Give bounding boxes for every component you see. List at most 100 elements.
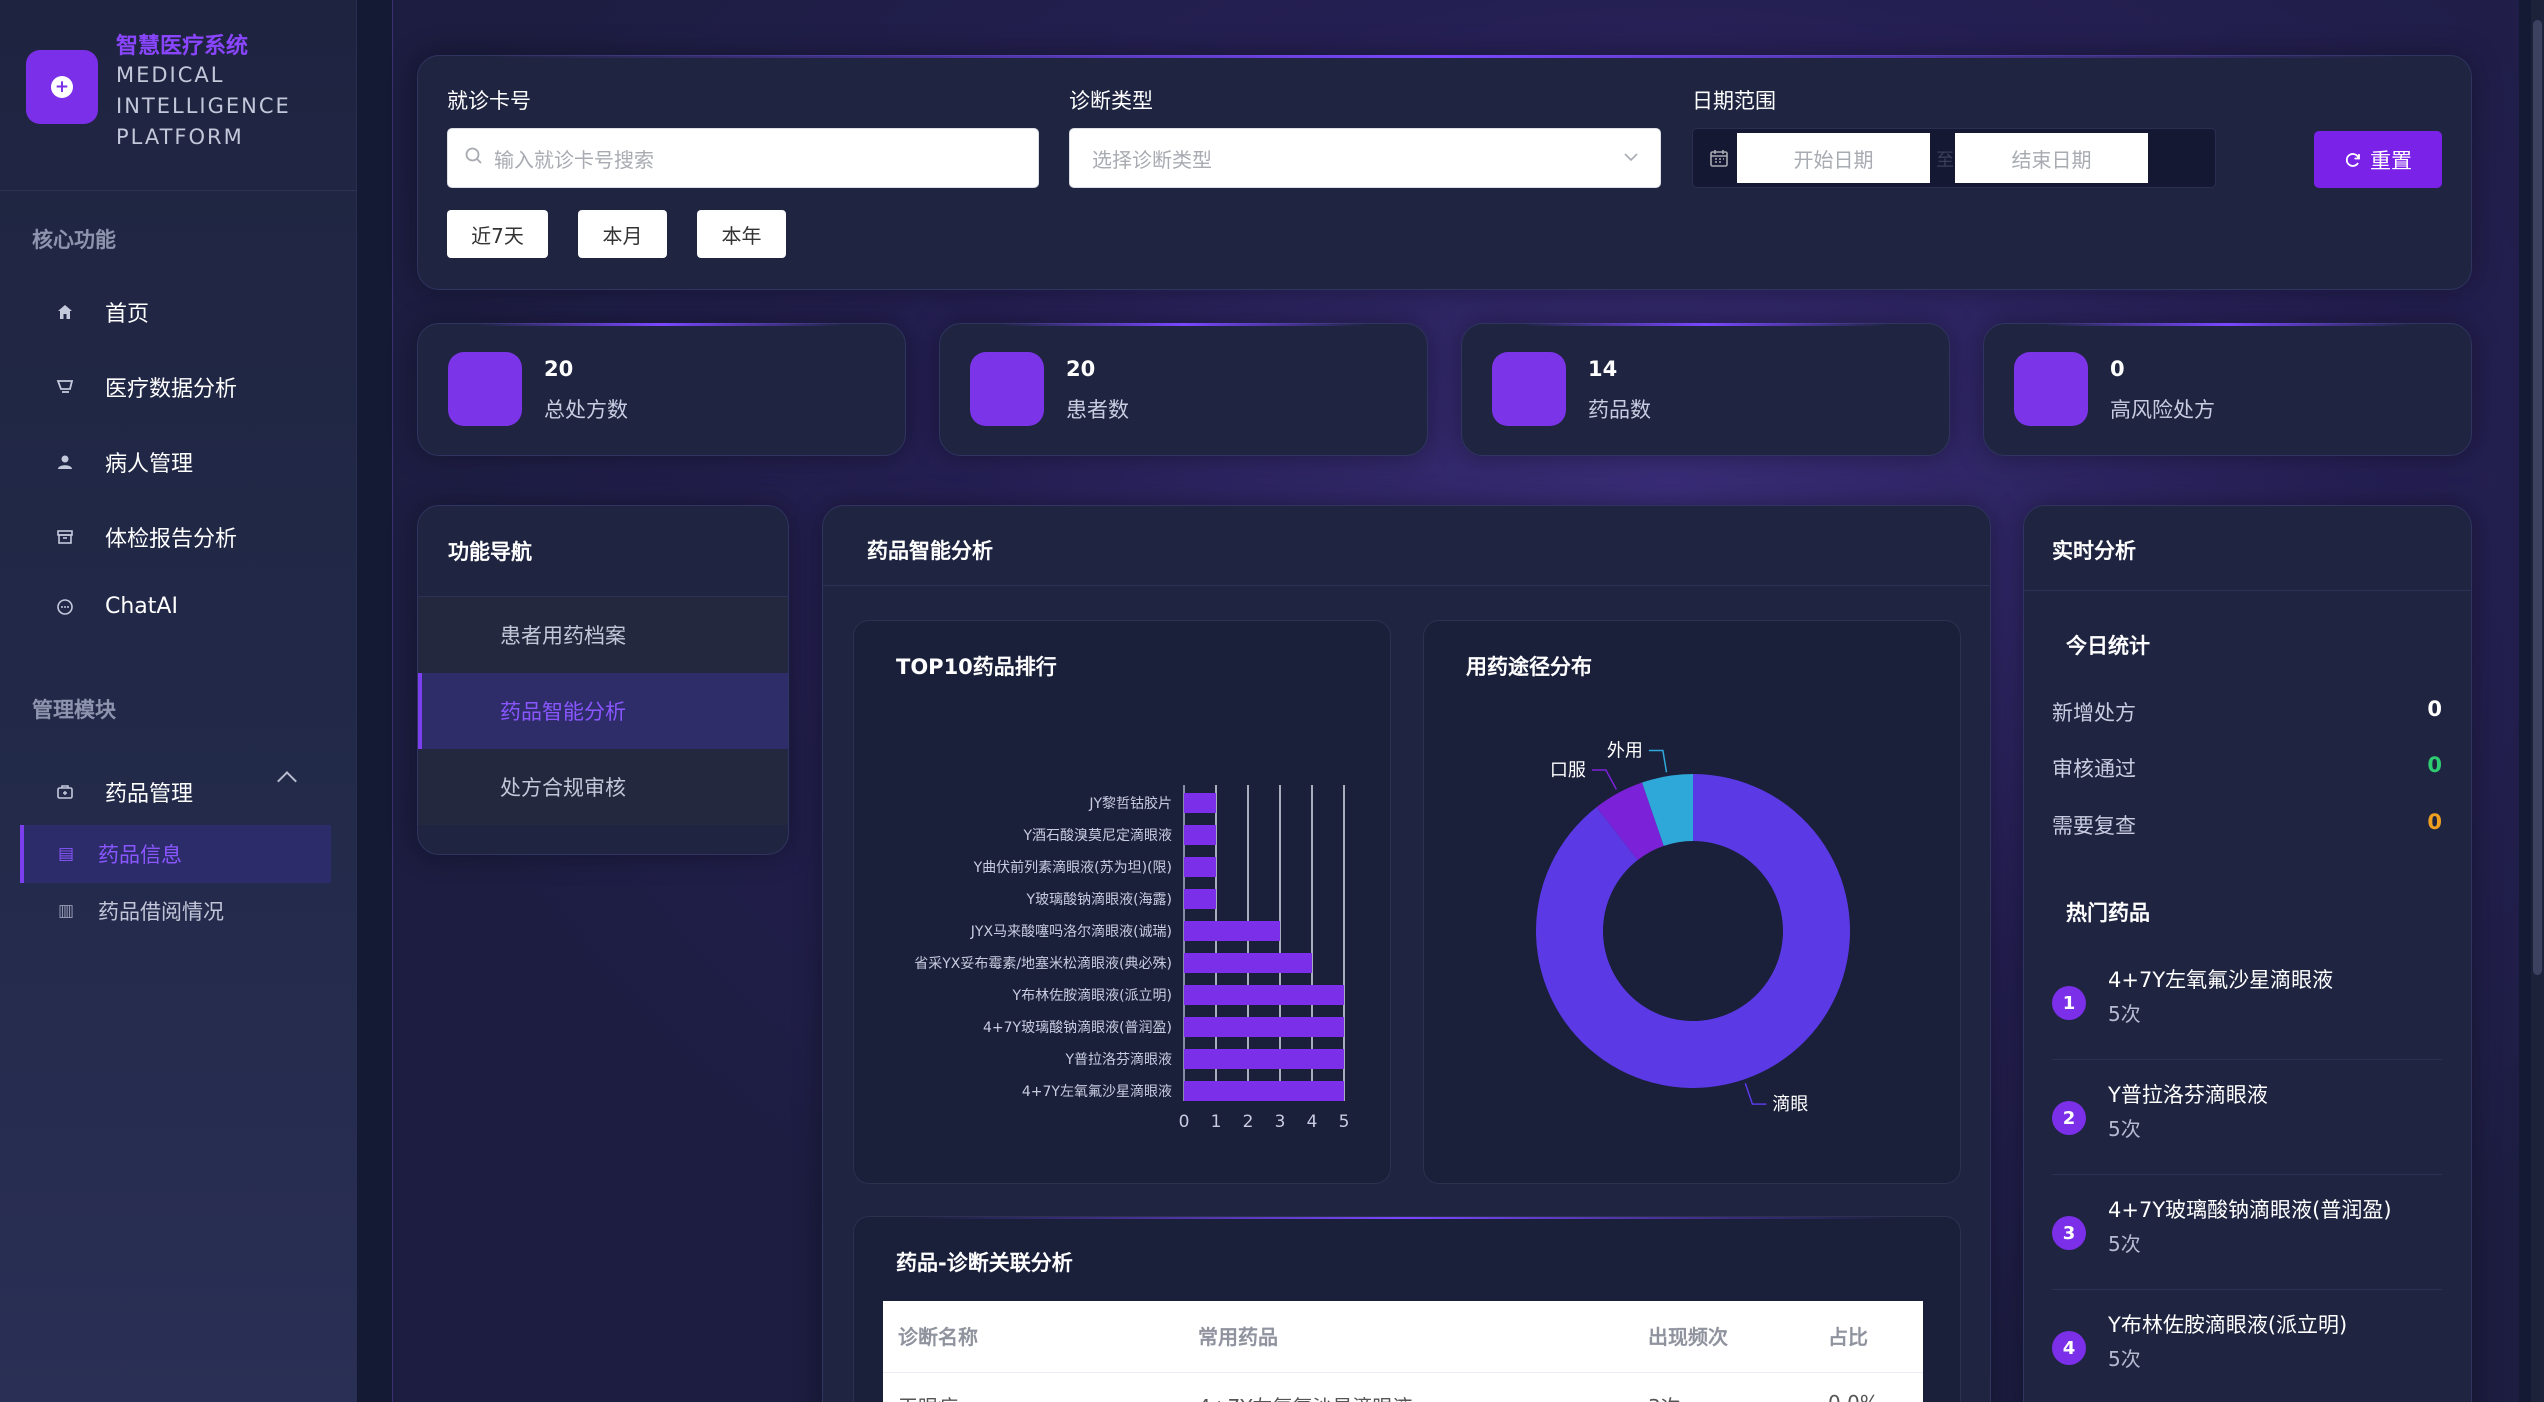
nav-patient-medication-records[interactable]: 患者用药档案 (418, 597, 788, 673)
user-icon (55, 452, 75, 472)
approved-row: 审核通过 0 (2052, 753, 2442, 783)
sidebar-divider (0, 190, 357, 191)
stat-label: 高风险处方 (2110, 398, 2215, 422)
stat-label: 需要复查 (2052, 814, 2136, 838)
card-glow (2044, 323, 2411, 326)
section-core-title: 核心功能 (32, 228, 116, 252)
sidebar-item-label: ChatAI (105, 594, 178, 619)
sidebar-item-drug-borrowing[interactable]: ▥ 药品借阅情况 (20, 882, 331, 940)
stat-card-high-risk: 0 高风险处方 (1983, 323, 2472, 456)
diagnosis-type-select[interactable]: 选择诊断类型 (1069, 128, 1661, 188)
bar (1184, 953, 1312, 973)
rank-badge: 3 (2052, 1216, 2086, 1250)
y-tick-label: Y酒石酸溴莫尼定滴眼液 (1022, 827, 1172, 844)
stat-value: 14 (1588, 357, 1618, 381)
bar (1184, 889, 1216, 909)
table-header: 常用药品 (1198, 1325, 1278, 1349)
drug-diagnosis-table: 诊断名称 常用药品 出现频次 占比 干眼症 4+7Y左氧氟沙星滴眼液 3次 0.… (883, 1301, 1923, 1402)
rank-badge: 1 (2052, 986, 2086, 1020)
nav-drug-intelligent-analysis[interactable]: 药品智能分析 (418, 673, 788, 749)
quick-7days-button[interactable]: 近7天 (447, 210, 548, 258)
card-glow (478, 55, 2411, 58)
warning-icon (2014, 352, 2088, 426)
hot-drug-item[interactable]: 3 4+7Y玻璃酸钠滴眼液(普润盈) 5次 (2052, 1180, 2442, 1290)
hot-drug-name: Y布林佐胺滴眼液(派立明) (2108, 1313, 2348, 1337)
drug-diagnosis-title: 药品-诊断关联分析 (896, 1251, 1073, 1275)
date-separator: 至 (1936, 150, 1954, 171)
app-logo: + (26, 50, 98, 124)
slice-label: 滴眼 (1772, 1094, 1808, 1115)
stat-value: 20 (1066, 357, 1096, 381)
sidebar-group-drug-management[interactable]: 药品管理 (55, 776, 193, 808)
scrollbar-thumb[interactable] (2533, 20, 2542, 975)
table-header: 诊断名称 (898, 1325, 978, 1349)
refresh-icon (2344, 151, 2362, 169)
hot-drug-count: 5次 (2108, 1232, 2141, 1256)
hot-drug-item[interactable]: 4 Y布林佐胺滴眼液(派立明) 5次 (2052, 1295, 2442, 1402)
table-cell: 4+7Y左氧氟沙星滴眼液 (1198, 1391, 1412, 1402)
table-header: 出现频次 (1648, 1325, 1728, 1349)
start-date-input[interactable]: 开始日期 (1737, 133, 1930, 183)
quick-month-button[interactable]: 本月 (578, 210, 667, 258)
label-leader-line (1744, 1083, 1767, 1105)
route-donut-chart: 滴眼 口服外用 (1536, 740, 1850, 1115)
y-tick-label: JYX马来酸噻吗洛尔滴眼液(诚瑞) (970, 923, 1172, 940)
divider (822, 585, 1991, 586)
y-tick-label: 4+7Y左氧氟沙星滴眼液 (1022, 1083, 1172, 1100)
stat-label: 药品数 (1588, 398, 1651, 422)
stat-card-drugs: 14 药品数 (1461, 323, 1950, 456)
card-number-input[interactable]: 输入就诊卡号搜索 (447, 128, 1039, 188)
stat-value: 0 (2427, 810, 2442, 834)
date-range-picker[interactable]: 开始日期 至 结束日期 (1692, 128, 2216, 188)
rank-badge: 4 (2052, 1331, 2086, 1365)
brand-subtitle: MEDICAL INTELLIGENCE PLATFORM (116, 60, 291, 153)
sidebar-item-drug-info[interactable]: ▤ 药品信息 (20, 825, 331, 883)
sidebar: + 智慧医疗系统 MEDICAL INTELLIGENCE PLATFORM 核… (0, 0, 357, 1402)
table-header: 占比 (1828, 1325, 1868, 1349)
calendar-icon (1709, 148, 1729, 173)
hot-drug-name: Y普拉洛芬滴眼液 (2108, 1083, 2268, 1107)
label-leader-line (1591, 769, 1618, 790)
sidebar-item-medical-analysis[interactable]: 医疗数据分析 (55, 371, 237, 403)
bar (1184, 793, 1216, 813)
hot-drug-item[interactable]: 1 4+7Y左氧氟沙星滴眼液 5次 (2052, 950, 2442, 1060)
x-tick-label: 2 (1243, 1112, 1254, 1132)
sidebar-item-checkup-analysis[interactable]: 体检报告分析 (55, 521, 237, 553)
card-number-placeholder: 输入就诊卡号搜索 (494, 147, 654, 172)
bar (1184, 921, 1280, 941)
y-tick-label: 4+7Y玻璃酸钠滴眼液(普润盈) (983, 1019, 1172, 1036)
card-glow (914, 1217, 1900, 1219)
nav-prescription-compliance[interactable]: 处方合规审核 (418, 749, 788, 825)
reset-button[interactable]: 重置 (2314, 131, 2442, 188)
sidebar-item-home[interactable]: 首页 (55, 296, 149, 328)
realtime-title: 实时分析 (2052, 539, 2136, 563)
quick-year-button[interactable]: 本年 (697, 210, 786, 258)
stat-value: 0 (2427, 697, 2442, 721)
x-tick-label: 1 (1211, 1112, 1222, 1132)
bar (1184, 1081, 1344, 1101)
bar (1184, 1049, 1344, 1069)
archive-icon (55, 527, 75, 547)
today-stats-title: 今日统计 (2066, 634, 2150, 658)
sidebar-item-label: 医疗数据分析 (105, 377, 238, 402)
sidebar-item-label: 药品管理 (105, 782, 194, 807)
end-date-placeholder: 结束日期 (2011, 147, 2092, 172)
home-icon (55, 302, 75, 322)
bar (1184, 985, 1344, 1005)
stat-value: 0 (2110, 357, 2125, 381)
stat-card-patients: 20 患者数 (939, 323, 1428, 456)
hot-drug-item[interactable]: 2 Y普拉洛芬滴眼液 5次 (2052, 1065, 2442, 1175)
rank-badge: 2 (2052, 1101, 2086, 1135)
chevron-up-icon[interactable] (277, 771, 297, 791)
slice-label: 外用 (1607, 740, 1643, 761)
sidebar-item-patients[interactable]: 病人管理 (55, 446, 193, 478)
label-leader-line (1648, 749, 1668, 773)
sidebar-item-chatai[interactable]: ChatAI (55, 594, 178, 619)
stat-value: 0 (2427, 753, 2442, 777)
top10-chart-card: TOP10药品排行 0 1 2 3 4 5 JY黎哲钴胶片 Y酒石酸溴莫尼定滴眼液 Y曲伏前列素… (853, 620, 1391, 1184)
stat-card-prescriptions: 20 总处方数 (417, 323, 906, 456)
end-date-input[interactable]: 结束日期 (1955, 133, 2148, 183)
hot-drug-count: 5次 (2108, 1002, 2141, 1026)
needs-review-row: 需要复查 0 (2052, 810, 2442, 840)
top10-bar-chart: 0 1 2 3 4 5 JY黎哲钴胶片 Y酒石酸溴莫尼定滴眼液 Y曲伏前列素滴眼液(苏为坦)(限… (914, 785, 1349, 1132)
